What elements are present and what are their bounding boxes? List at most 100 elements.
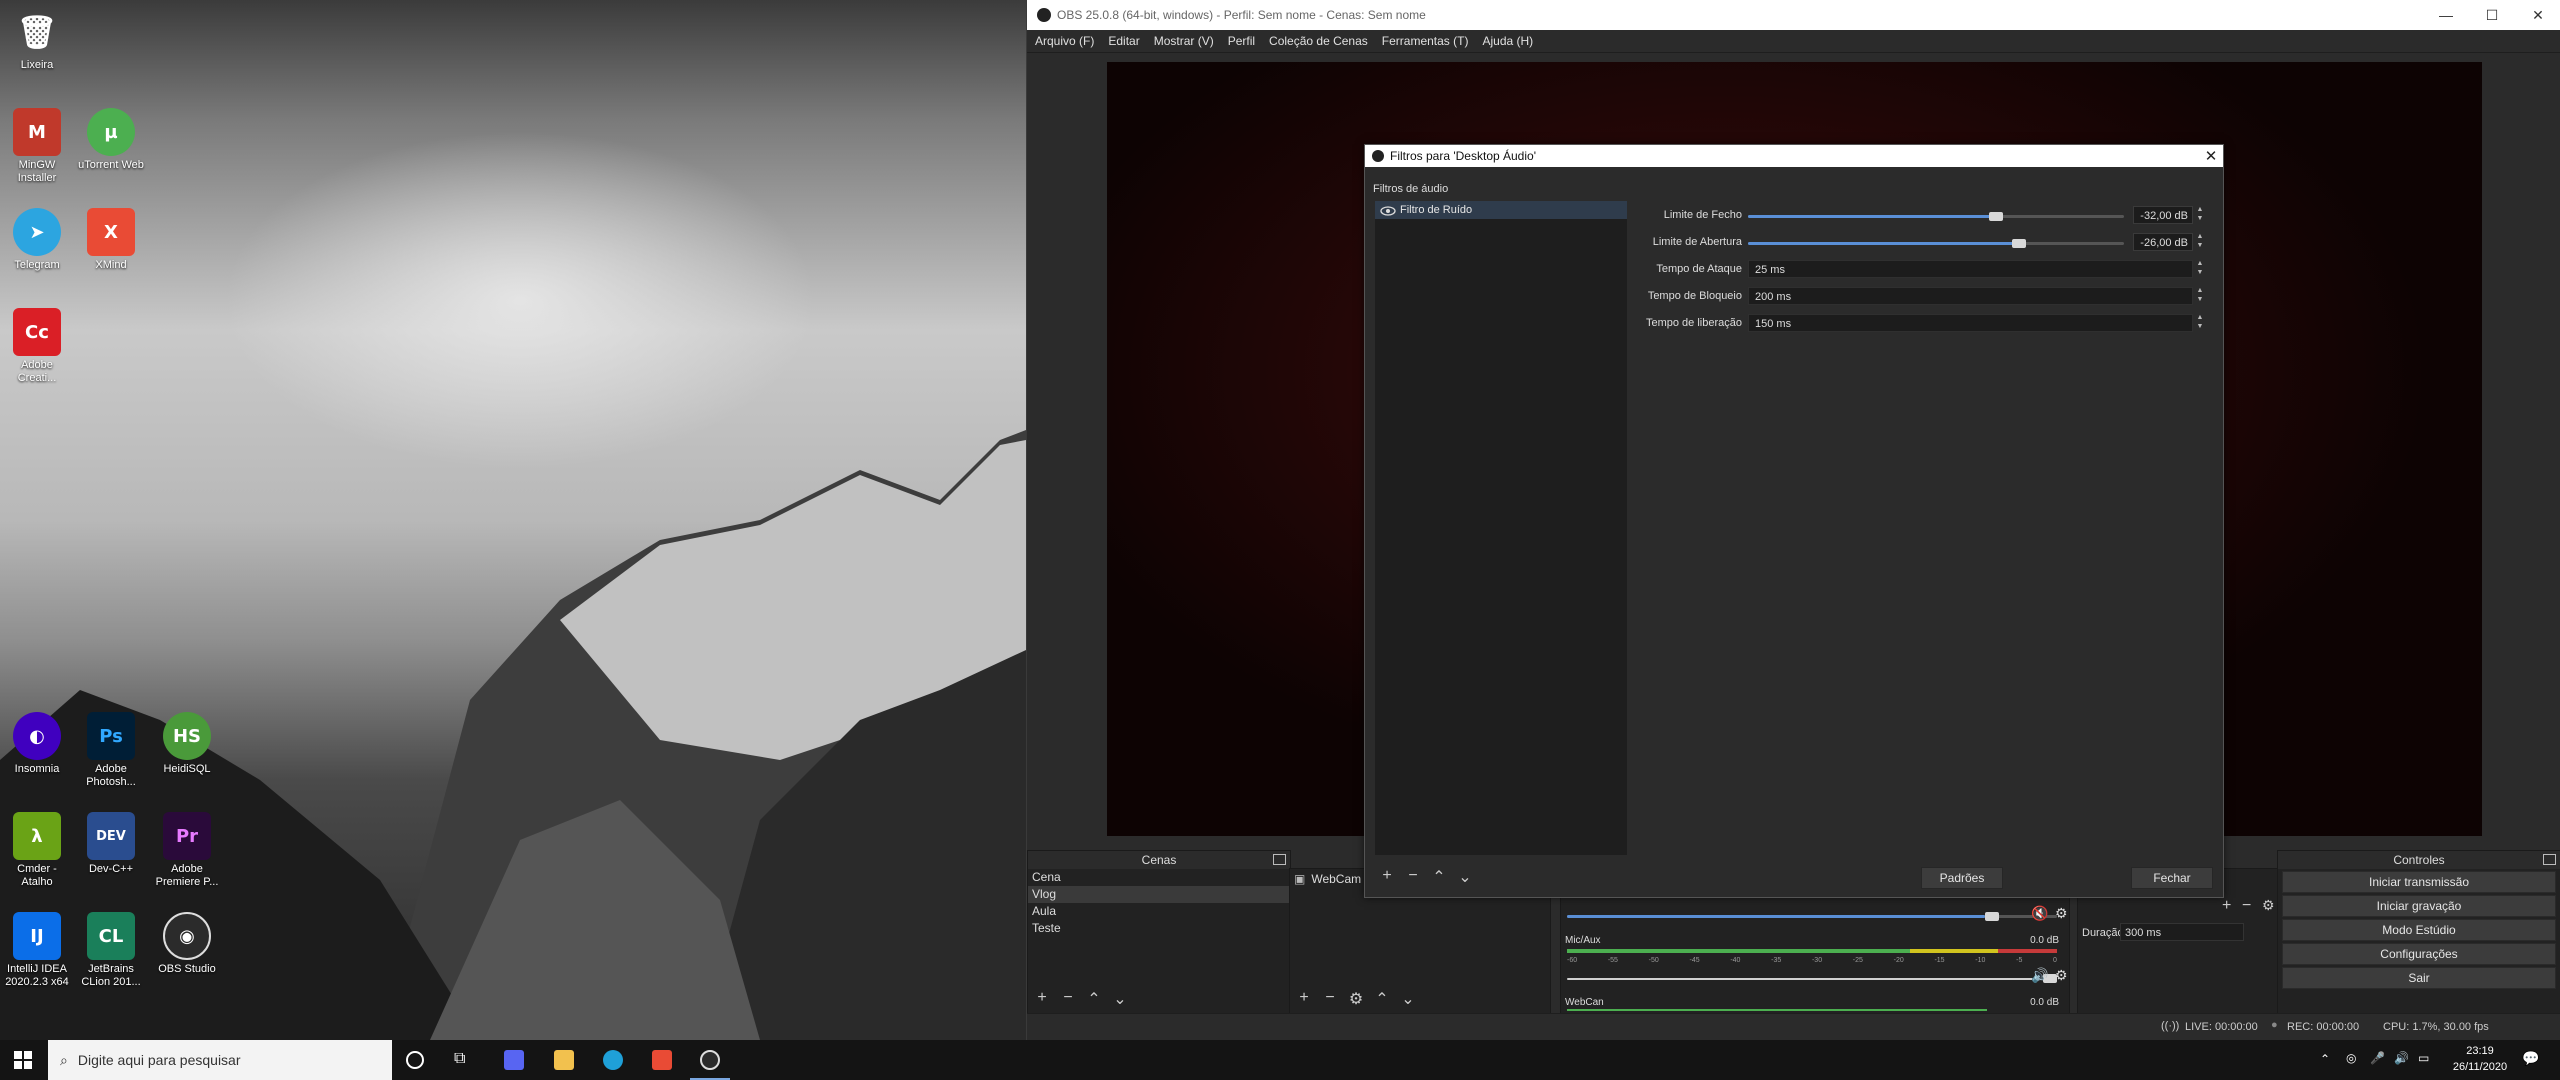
add-scene-icon[interactable]: + — [1032, 989, 1052, 1009]
start-streaming-button[interactable]: Iniciar transmissão — [2282, 871, 2556, 893]
taskbar-search-box[interactable]: ⌕ Digite aqui para pesquisar — [48, 1040, 392, 1080]
scene-item-selected[interactable]: Vlog — [1028, 886, 1290, 903]
release-time-spinbox[interactable]: 150 ms — [1748, 314, 2193, 332]
muted-speaker-icon[interactable]: 🔇 — [2031, 905, 2048, 922]
speaker-icon[interactable]: 🔊 — [2031, 967, 2048, 984]
menu-mostrar[interactable]: Mostrar (V) — [1154, 34, 1214, 48]
undock-icon[interactable] — [2543, 854, 2556, 865]
move-down-icon[interactable]: ⌄ — [1455, 867, 1475, 887]
spin-arrows-icon[interactable]: ▲ ▼ — [2195, 232, 2205, 250]
desktop-icon-mingw[interactable]: M MinGW Installer — [4, 108, 70, 185]
desktop-icon-xmind[interactable]: X XMind — [78, 208, 144, 272]
controls-dock: Controles Iniciar transmissão Iniciar gr… — [2277, 850, 2560, 1014]
attack-time-spinbox[interactable]: 25 ms — [1748, 260, 2193, 278]
desktop-icon-cmder[interactable]: λ Cmder - Atalho — [4, 812, 70, 889]
move-up-icon[interactable]: ⌃ — [1429, 867, 1449, 887]
filter-item-noise-gate[interactable]: Filtro de Ruído — [1375, 201, 1627, 219]
menu-ferramentas[interactable]: Ferramentas (T) — [1382, 34, 1469, 48]
defaults-button[interactable]: Padrões — [1921, 867, 2003, 889]
add-transition-icon[interactable]: + — [2222, 897, 2231, 915]
desktop-audio-volume-thumb[interactable] — [1985, 912, 1999, 921]
desktop-icon-devcpp[interactable]: DEV Dev-C++ — [78, 812, 144, 876]
close-threshold-thumb[interactable] — [1989, 212, 2003, 221]
cmder-icon: λ — [13, 812, 61, 860]
settings-button[interactable]: Configurações — [2282, 943, 2556, 965]
menu-colecao-cenas[interactable]: Coleção de Cenas — [1269, 34, 1368, 48]
desktop-icon-intellij[interactable]: IJ IntelliJ IDEA 2020.2.3 x64 — [4, 912, 70, 989]
notifications-icon[interactable]: 💬 — [2522, 1050, 2539, 1067]
move-up-icon[interactable]: ⌃ — [1372, 989, 1392, 1009]
tray-mic-icon[interactable]: 🎤 — [2370, 1051, 2385, 1065]
task-view-icon[interactable]: ⧉ — [454, 1050, 465, 1068]
heidisql-icon: HS — [163, 712, 211, 760]
spin-arrows-icon[interactable]: ▲ ▼ — [2195, 205, 2205, 223]
open-threshold-thumb[interactable] — [2012, 239, 2026, 248]
close-icon[interactable]: ✕ — [2199, 147, 2223, 165]
undock-icon[interactable] — [1273, 854, 1286, 865]
cortana-icon[interactable] — [406, 1051, 424, 1069]
spin-arrows-icon[interactable]: ▲ ▼ — [2195, 286, 2205, 304]
desktop-icon-clion[interactable]: CL JetBrains CLion 201... — [78, 912, 144, 989]
close-threshold-spinbox[interactable]: -32,00 dB — [2133, 206, 2193, 224]
desktop-icon-telegram[interactable]: ➤ Telegram — [4, 208, 70, 272]
desktop-icon-label: Cmder - Atalho — [17, 863, 57, 888]
desktop-icon-insomnia[interactable]: ◐ Insomnia — [4, 712, 70, 776]
start-recording-button[interactable]: Iniciar gravação — [2282, 895, 2556, 917]
studio-mode-button[interactable]: Modo Estúdio — [2282, 919, 2556, 941]
file-explorer-icon[interactable] — [554, 1050, 574, 1070]
gear-icon[interactable]: ⚙ — [2262, 897, 2275, 914]
spin-arrows-icon[interactable]: ▲ ▼ — [2195, 313, 2205, 331]
gear-icon[interactable]: ⚙ — [2055, 905, 2068, 922]
desktop-icon-utorrent[interactable]: µ uTorrent Web — [78, 108, 144, 172]
eye-icon[interactable] — [1380, 205, 1396, 216]
tray-wifi-icon[interactable]: ▭ — [2418, 1051, 2429, 1065]
scenes-toolbar: + − ⌃ ⌄ — [1032, 989, 1130, 1009]
gear-icon[interactable]: ⚙ — [1346, 989, 1366, 1009]
edge-icon[interactable] — [603, 1050, 623, 1070]
duration-spinbox[interactable]: 300 ms — [2120, 923, 2244, 941]
maximize-icon[interactable]: ☐ — [2469, 7, 2515, 24]
tick-label: -10 — [1975, 957, 1986, 964]
scene-item[interactable]: Aula — [1028, 903, 1290, 920]
move-down-icon[interactable]: ⌄ — [1398, 989, 1418, 1009]
tray-network-icon[interactable]: ◎ — [2346, 1051, 2356, 1065]
desktop-icon-adobe-cc[interactable]: Cc Adobe Creati... — [4, 308, 70, 385]
gear-icon[interactable]: ⚙ — [2055, 967, 2068, 984]
windows-start-icon[interactable] — [14, 1051, 32, 1069]
clock-date[interactable]: 26/11/2020 — [2446, 1061, 2514, 1073]
tray-speaker-icon[interactable]: 🔊 — [2394, 1051, 2409, 1065]
add-filter-icon[interactable]: + — [1377, 867, 1397, 887]
scene-item[interactable]: Teste — [1028, 920, 1290, 937]
desktop-icon-premiere[interactable]: Pr Adobe Premiere P... — [154, 812, 220, 889]
scene-item[interactable]: Cena — [1028, 869, 1290, 886]
close-button[interactable]: Fechar — [2131, 867, 2213, 889]
add-source-icon[interactable]: + — [1294, 989, 1314, 1009]
obs-taskbar-icon[interactable] — [700, 1050, 720, 1070]
clock-time[interactable]: 23:19 — [2452, 1045, 2508, 1057]
menu-editar[interactable]: Editar — [1108, 34, 1139, 48]
desktop-icon-photoshop[interactable]: Ps Adobe Photosh... — [78, 712, 144, 789]
menu-perfil[interactable]: Perfil — [1228, 34, 1255, 48]
close-icon[interactable]: ✕ — [2515, 7, 2560, 24]
remove-source-icon[interactable]: − — [1320, 989, 1340, 1009]
cpu-fps: CPU: 1.7%, 30.00 fps — [2383, 1021, 2489, 1033]
desktop-icon-obs[interactable]: ◉ OBS Studio — [154, 912, 220, 976]
move-up-icon[interactable]: ⌃ — [1084, 989, 1104, 1009]
discord-icon[interactable] — [504, 1050, 524, 1070]
open-threshold-spinbox[interactable]: -26,00 dB — [2133, 233, 2193, 251]
remove-transition-icon[interactable]: − — [2242, 897, 2251, 915]
minimize-icon[interactable]: — — [2423, 7, 2469, 23]
desktop-icon-heidisql[interactable]: HS HeidiSQL — [154, 712, 220, 776]
obs-logo-icon — [1037, 8, 1051, 22]
remove-scene-icon[interactable]: − — [1058, 989, 1078, 1009]
xmind-taskbar-icon[interactable] — [652, 1050, 672, 1070]
menu-arquivo[interactable]: Arquivo (F) — [1035, 34, 1094, 48]
exit-button[interactable]: Sair — [2282, 967, 2556, 989]
move-down-icon[interactable]: ⌄ — [1110, 989, 1130, 1009]
desktop-icon-recycle-bin[interactable]: 🗑 Lixeira — [4, 8, 70, 72]
remove-filter-icon[interactable]: − — [1403, 867, 1423, 887]
hold-time-spinbox[interactable]: 200 ms — [1748, 287, 2193, 305]
menu-ajuda[interactable]: Ajuda (H) — [1482, 34, 1533, 48]
tray-chevron-icon[interactable]: ⌃ — [2320, 1052, 2330, 1066]
spin-arrows-icon[interactable]: ▲ ▼ — [2195, 259, 2205, 277]
